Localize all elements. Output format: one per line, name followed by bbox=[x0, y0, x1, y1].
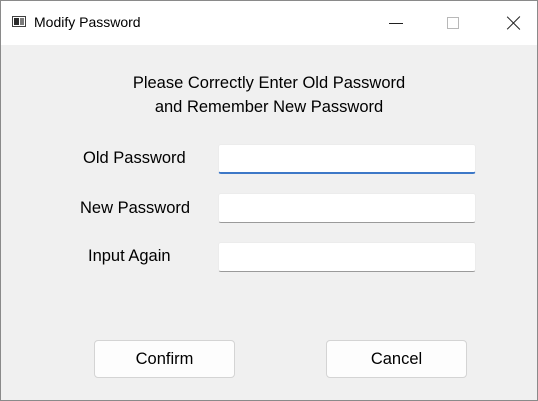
old-password-input[interactable] bbox=[218, 144, 476, 174]
confirm-button[interactable]: Confirm bbox=[94, 340, 235, 378]
minimize-button[interactable] bbox=[373, 1, 419, 45]
close-button[interactable] bbox=[491, 1, 537, 45]
app-window-icon bbox=[12, 16, 26, 27]
window-title: Modify Password bbox=[34, 14, 141, 30]
minimize-icon bbox=[389, 22, 403, 24]
instruction-line-1: Please Correctly Enter Old Password bbox=[132, 74, 406, 92]
input-again-input[interactable] bbox=[218, 242, 476, 272]
new-password-input[interactable] bbox=[218, 193, 476, 223]
old-password-label: Old Password bbox=[83, 149, 186, 167]
close-icon bbox=[507, 16, 521, 30]
instruction-heading: Please Correctly Enter Old Password and … bbox=[1, 71, 537, 119]
maximize-icon bbox=[447, 17, 459, 29]
new-password-label: New Password bbox=[80, 199, 191, 217]
maximize-button[interactable] bbox=[430, 1, 476, 45]
title-bar[interactable]: Modify Password bbox=[1, 1, 537, 45]
cancel-button[interactable]: Cancel bbox=[326, 340, 467, 378]
input-again-label: Input Again bbox=[88, 247, 171, 265]
instruction-line-2: and Remember New Password bbox=[154, 98, 384, 116]
modify-password-dialog: Modify Password Please Correctly Enter O… bbox=[0, 0, 538, 401]
